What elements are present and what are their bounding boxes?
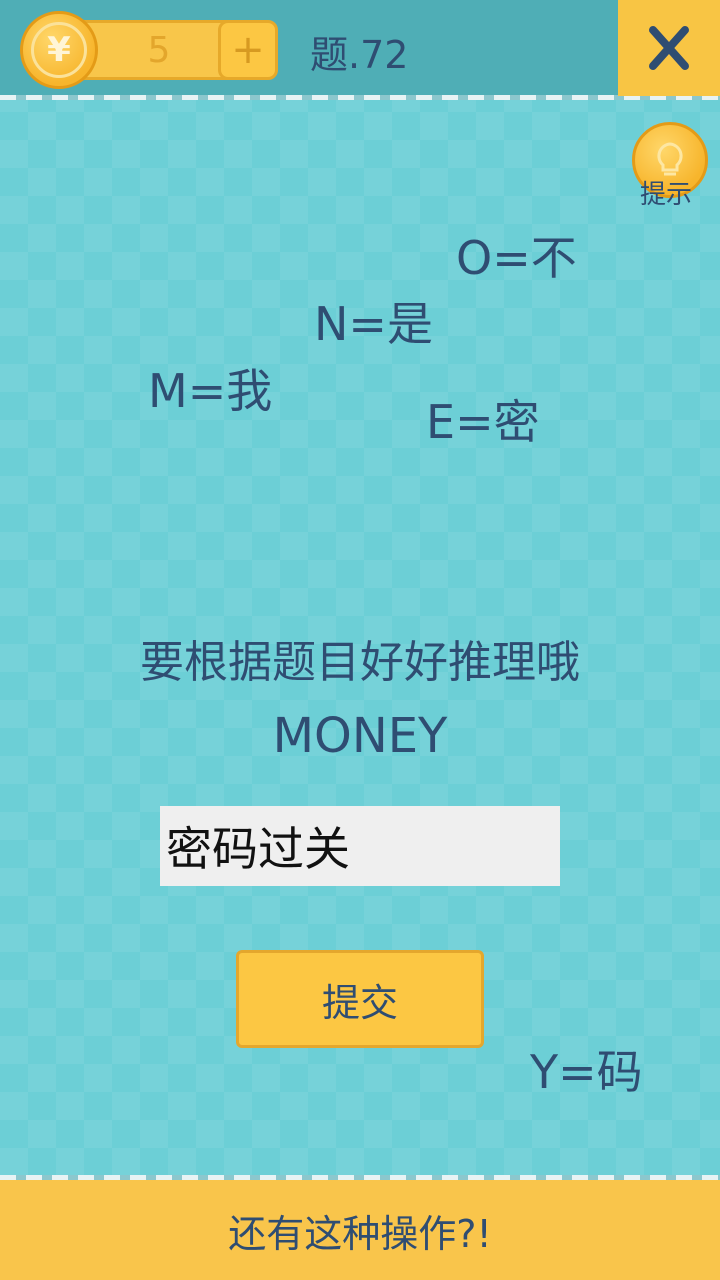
coin-count: 5 — [147, 29, 171, 71]
submit-button[interactable]: 提交 — [236, 950, 484, 1048]
clue-o: O=不 — [456, 231, 577, 285]
close-icon — [649, 26, 689, 70]
top-divider — [0, 95, 720, 100]
answer-input[interactable] — [160, 806, 560, 886]
close-button[interactable] — [618, 0, 720, 96]
level-label: 题.72 — [310, 32, 409, 77]
question-word: MONEY — [272, 708, 448, 764]
question-text: 要根据题目好好推理哦 — [140, 637, 580, 688]
yen-symbol: ¥ — [31, 22, 87, 78]
add-coins-button[interactable]: + — [218, 20, 278, 80]
clue-y: Y=码 — [530, 1045, 643, 1099]
hint-label: 提示 — [640, 180, 693, 210]
clue-n: N=是 — [314, 297, 433, 351]
clue-m: M=我 — [148, 364, 273, 418]
clue-e: E=密 — [426, 395, 540, 449]
footer-banner[interactable]: 还有这种操作?! — [0, 1180, 720, 1280]
coin-icon: ¥ — [20, 11, 98, 89]
